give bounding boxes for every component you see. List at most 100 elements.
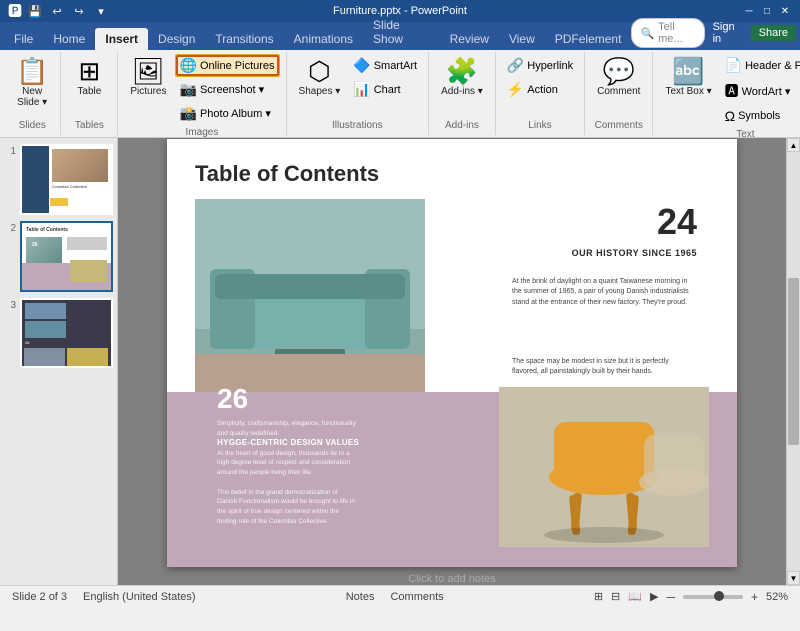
addins-button[interactable]: 🧩 Add-ins ▾ [435,54,489,101]
customize-qa-button[interactable]: ▾ [92,2,110,20]
section2-text: Simplicity, craftsmanship, elegance, fun… [217,419,357,526]
minimize-button[interactable]: ─ [742,4,756,18]
tab-design[interactable]: Design [148,28,205,50]
smartart-button[interactable]: 🔷 SmartArt [348,54,422,77]
slide-preview-2: Table of Contents 26 [22,223,111,290]
title-bar-left: 🅿 💾 ↩ ↪ ▾ [8,1,110,21]
action-label: Action [527,84,558,96]
vertical-scrollbar[interactable]: ▲ ▼ [786,138,800,585]
symbols-button[interactable]: Ω Symbols [720,105,800,127]
chart-button[interactable]: 📊 Chart [348,78,422,101]
scroll-up-button[interactable]: ▲ [787,138,800,152]
view-slide-sorter-icon[interactable]: ⊟ [611,590,620,603]
header-footer-button[interactable]: 📄 Header & Footer [720,54,800,77]
ribbon-group-comments: 💬 Comment Comments [585,52,653,135]
hyperlink-button[interactable]: 🔗 Hyperlink [502,54,578,77]
photo-album-button[interactable]: 📸 Photo Album ▾ [175,102,280,125]
view-reading-icon[interactable]: 📖 [628,590,642,603]
pictures-button[interactable]: 🖼 Pictures [124,54,172,101]
zoom-slider[interactable] [683,595,743,599]
tab-review[interactable]: Review [440,28,499,50]
photo-album-icon: 📸 [180,105,197,122]
tab-animations[interactable]: Animations [284,28,363,50]
chart-icon: 📊 [353,81,370,98]
quick-access-toolbar: 🅿 💾 ↩ ↪ ▾ [8,1,110,21]
zoom-out-button[interactable]: ─ [666,590,675,604]
view-normal-icon[interactable]: ⊞ [594,590,603,603]
comments-button[interactable]: Comments [390,591,443,603]
zoom-in-button[interactable]: + [751,590,758,604]
view-slideshow-icon[interactable]: ▶ [650,590,658,603]
table-button[interactable]: ⊞ Table [67,54,111,101]
scroll-down-button[interactable]: ▼ [787,571,800,585]
images-col: 🌐 Online Pictures 📷 Screenshot ▾ 📸 Photo… [175,54,280,125]
action-button[interactable]: ⚡ Action [502,78,578,101]
slide-preview-3: 26 [22,300,111,367]
zoom-thumb[interactable] [714,591,724,601]
scroll-thumb[interactable] [788,278,799,446]
slide-number-1: 1 [4,144,16,157]
shapes-label: Shapes ▾ [299,86,341,97]
illustrations-group-items: ⬡ Shapes ▾ 🔷 SmartArt 📊 Chart [293,54,423,118]
comment-button[interactable]: 💬 Comment [591,54,646,101]
zoom-level[interactable]: 52% [766,591,788,603]
pictures-label: Pictures [130,86,166,97]
tab-view[interactable]: View [499,28,545,50]
close-button[interactable]: ✕ [778,4,792,18]
tell-me-box[interactable]: 🔍 Tell me... [631,18,704,48]
slide-thumb-2[interactable]: 2 Table of Contents 26 [4,221,113,292]
app-icon: 🅿 [8,1,22,21]
slide-thumb-3[interactable]: 3 26 [4,298,113,369]
illustrations-group-label: Illustrations [293,118,423,133]
online-pictures-button[interactable]: 🌐 Online Pictures [175,54,280,77]
shapes-button[interactable]: ⬡ Shapes ▾ [293,54,347,101]
scroll-track[interactable] [787,152,800,571]
slide-image-1[interactable]: Columbia Collective [20,144,113,215]
header-footer-label: Header & Footer [745,60,800,72]
addins-group-items: 🧩 Add-ins ▾ [435,54,489,118]
slide-number-2: 2 [4,221,16,234]
notes-button[interactable]: Notes [346,591,375,603]
tab-home[interactable]: Home [43,28,95,50]
save-button[interactable]: 💾 [26,2,44,20]
ribbon-group-text: 🔤 Text Box ▾ 📄 Header & Footer 🅰 WordArt… [653,52,800,135]
table-label: Table [77,86,101,97]
slide-title: Table of Contents [195,161,379,187]
slide-number-3: 3 [4,298,16,311]
textbox-label: Text Box ▾ [665,86,711,97]
share-button[interactable]: Share [751,25,796,41]
comment-label: Comment [597,86,640,97]
section1-text2: The space may be modest in size but it i… [512,357,697,378]
comments-group-items: 💬 Comment [591,54,646,118]
new-slide-button[interactable]: 📋 NewSlide ▾ [10,54,54,112]
wordart-button[interactable]: 🅰 WordArt ▾ [720,78,800,104]
tab-slideshow[interactable]: Slide Show [363,14,440,50]
slide-image-2[interactable]: Table of Contents 26 [20,221,113,292]
online-pictures-icon: 🌐 [180,57,197,74]
canvas-area: Table of Contents [118,138,786,585]
text-col: 📄 Header & Footer 🅰 WordArt ▾ Ω Symbols [720,54,800,127]
screenshot-button[interactable]: 📷 Screenshot ▾ [175,78,280,101]
signin-link[interactable]: Sign in [713,21,743,45]
addins-icon: 🧩 [446,58,478,84]
section1-number: 24 [657,201,697,243]
header-footer-icon: 📄 [725,57,742,74]
maximize-button[interactable]: □ [760,4,774,18]
textbox-button[interactable]: 🔤 Text Box ▾ [659,54,717,101]
main-area: 1 Columbia Collective 2 [0,138,800,585]
slide-canvas[interactable]: Table of Contents [167,139,737,567]
tell-me-label: Tell me... [658,21,695,45]
tab-insert[interactable]: Insert [95,28,148,50]
slide-right-image [499,387,709,547]
window-title: Furniture.pptx - PowerPoint [333,5,467,17]
slide-thumb-1[interactable]: 1 Columbia Collective [4,144,113,215]
undo-button[interactable]: ↩ [48,2,66,20]
tab-transitions[interactable]: Transitions [205,28,283,50]
tab-pdfelement[interactable]: PDFelement [545,28,632,50]
tab-file[interactable]: File [4,28,43,50]
slide-image-3[interactable]: 26 [20,298,113,369]
add-notes-hint[interactable]: Click to add notes [408,573,495,585]
symbols-label: Symbols [738,110,780,122]
redo-button[interactable]: ↪ [70,2,88,20]
status-bar-center: Notes Comments [346,591,444,603]
